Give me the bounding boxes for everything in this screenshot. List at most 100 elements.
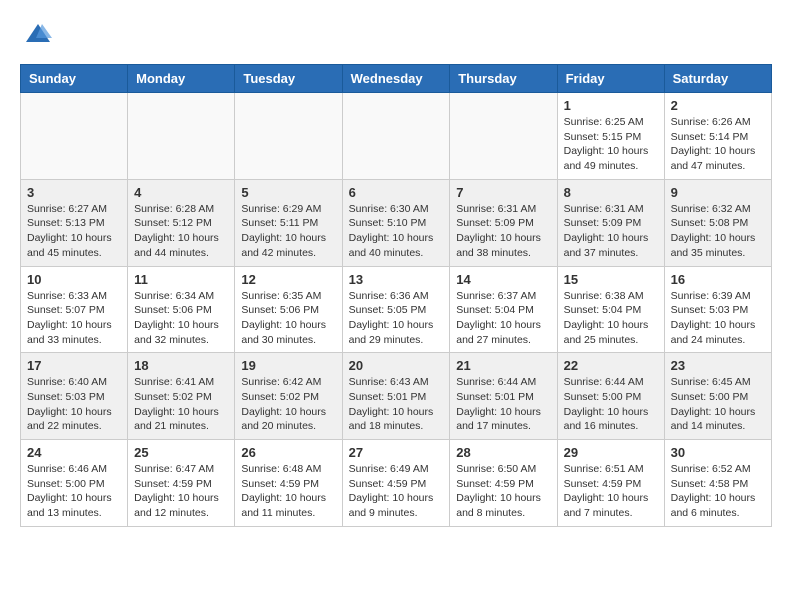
- day-info: Sunrise: 6:41 AM Sunset: 5:02 PM Dayligh…: [134, 375, 228, 434]
- calendar-day-cell: [342, 93, 450, 180]
- day-info: Sunrise: 6:35 AM Sunset: 5:06 PM Dayligh…: [241, 289, 335, 348]
- day-info: Sunrise: 6:26 AM Sunset: 5:14 PM Dayligh…: [671, 115, 765, 174]
- day-number: 16: [671, 272, 765, 287]
- calendar-day-cell: 20 Sunrise: 6:43 AM Sunset: 5:01 PM Dayli…: [342, 353, 450, 440]
- calendar-day-cell: 21 Sunrise: 6:44 AM Sunset: 5:01 PM Dayli…: [450, 353, 557, 440]
- day-number: 30: [671, 445, 765, 460]
- calendar-week-row: 1 Sunrise: 6:25 AM Sunset: 5:15 PM Daylig…: [21, 93, 772, 180]
- calendar-day-cell: 27 Sunrise: 6:49 AM Sunset: 4:59 PM Dayli…: [342, 440, 450, 527]
- logo: [20, 20, 52, 48]
- day-info: Sunrise: 6:27 AM Sunset: 5:13 PM Dayligh…: [27, 202, 121, 261]
- day-info: Sunrise: 6:50 AM Sunset: 4:59 PM Dayligh…: [456, 462, 550, 521]
- calendar-day-cell: 4Sunrise: 6:28 AM Sunset: 5:12 PM Daylig…: [128, 179, 235, 266]
- calendar-day-cell: [450, 93, 557, 180]
- day-number: 23: [671, 358, 765, 373]
- calendar-day-cell: 2 Sunrise: 6:26 AM Sunset: 5:14 PM Daylig…: [664, 93, 771, 180]
- day-number: 4: [134, 185, 228, 200]
- calendar-week-row: 3Sunrise: 6:27 AM Sunset: 5:13 PM Daylig…: [21, 179, 772, 266]
- day-number: 27: [349, 445, 444, 460]
- day-number: 1: [564, 98, 658, 113]
- day-info: Sunrise: 6:38 AM Sunset: 5:04 PM Dayligh…: [564, 289, 658, 348]
- day-info: Sunrise: 6:34 AM Sunset: 5:06 PM Dayligh…: [134, 289, 228, 348]
- calendar-day-cell: 1 Sunrise: 6:25 AM Sunset: 5:15 PM Daylig…: [557, 93, 664, 180]
- day-number: 6: [349, 185, 444, 200]
- weekday-header-tuesday: Tuesday: [235, 65, 342, 93]
- calendar-header-row: SundayMondayTuesdayWednesdayThursdayFrid…: [21, 65, 772, 93]
- day-info: Sunrise: 6:46 AM Sunset: 5:00 PM Dayligh…: [27, 462, 121, 521]
- day-number: 29: [564, 445, 658, 460]
- calendar-day-cell: 5Sunrise: 6:29 AM Sunset: 5:11 PM Daylig…: [235, 179, 342, 266]
- calendar-day-cell: 16 Sunrise: 6:39 AM Sunset: 5:03 PM Dayli…: [664, 266, 771, 353]
- day-info: Sunrise: 6:25 AM Sunset: 5:15 PM Dayligh…: [564, 115, 658, 174]
- weekday-header-thursday: Thursday: [450, 65, 557, 93]
- calendar-day-cell: 8 Sunrise: 6:31 AM Sunset: 5:09 PM Daylig…: [557, 179, 664, 266]
- page-header: [20, 20, 772, 48]
- day-number: 24: [27, 445, 121, 460]
- calendar-day-cell: 26 Sunrise: 6:48 AM Sunset: 4:59 PM Dayli…: [235, 440, 342, 527]
- day-number: 14: [456, 272, 550, 287]
- day-number: 25: [134, 445, 228, 460]
- calendar-day-cell: 10 Sunrise: 6:33 AM Sunset: 5:07 PM Dayli…: [21, 266, 128, 353]
- calendar-day-cell: 6Sunrise: 6:30 AM Sunset: 5:10 PM Daylig…: [342, 179, 450, 266]
- calendar-day-cell: 22 Sunrise: 6:44 AM Sunset: 5:00 PM Dayli…: [557, 353, 664, 440]
- calendar-week-row: 24 Sunrise: 6:46 AM Sunset: 5:00 PM Dayli…: [21, 440, 772, 527]
- calendar-day-cell: 28 Sunrise: 6:50 AM Sunset: 4:59 PM Dayli…: [450, 440, 557, 527]
- calendar-day-cell: 14 Sunrise: 6:37 AM Sunset: 5:04 PM Dayli…: [450, 266, 557, 353]
- day-number: 11: [134, 272, 228, 287]
- calendar-week-row: 10 Sunrise: 6:33 AM Sunset: 5:07 PM Dayli…: [21, 266, 772, 353]
- day-number: 7: [456, 185, 550, 200]
- weekday-header-sunday: Sunday: [21, 65, 128, 93]
- day-number: 15: [564, 272, 658, 287]
- weekday-header-wednesday: Wednesday: [342, 65, 450, 93]
- day-number: 13: [349, 272, 444, 287]
- calendar-day-cell: 24 Sunrise: 6:46 AM Sunset: 5:00 PM Dayli…: [21, 440, 128, 527]
- day-info: Sunrise: 6:45 AM Sunset: 5:00 PM Dayligh…: [671, 375, 765, 434]
- calendar-day-cell: 11 Sunrise: 6:34 AM Sunset: 5:06 PM Dayli…: [128, 266, 235, 353]
- day-info: Sunrise: 6:32 AM Sunset: 5:08 PM Dayligh…: [671, 202, 765, 261]
- calendar-day-cell: 9 Sunrise: 6:32 AM Sunset: 5:08 PM Daylig…: [664, 179, 771, 266]
- calendar-day-cell: 23 Sunrise: 6:45 AM Sunset: 5:00 PM Dayli…: [664, 353, 771, 440]
- day-info: Sunrise: 6:48 AM Sunset: 4:59 PM Dayligh…: [241, 462, 335, 521]
- calendar-day-cell: 30 Sunrise: 6:52 AM Sunset: 4:58 PM Dayli…: [664, 440, 771, 527]
- day-number: 28: [456, 445, 550, 460]
- day-number: 26: [241, 445, 335, 460]
- day-info: Sunrise: 6:52 AM Sunset: 4:58 PM Dayligh…: [671, 462, 765, 521]
- day-number: 8: [564, 185, 658, 200]
- day-number: 5: [241, 185, 335, 200]
- day-info: Sunrise: 6:40 AM Sunset: 5:03 PM Dayligh…: [27, 375, 121, 434]
- day-info: Sunrise: 6:39 AM Sunset: 5:03 PM Dayligh…: [671, 289, 765, 348]
- day-info: Sunrise: 6:44 AM Sunset: 5:00 PM Dayligh…: [564, 375, 658, 434]
- day-number: 21: [456, 358, 550, 373]
- calendar-day-cell: 17 Sunrise: 6:40 AM Sunset: 5:03 PM Dayli…: [21, 353, 128, 440]
- calendar-day-cell: 7 Sunrise: 6:31 AM Sunset: 5:09 PM Daylig…: [450, 179, 557, 266]
- day-info: Sunrise: 6:44 AM Sunset: 5:01 PM Dayligh…: [456, 375, 550, 434]
- logo-icon: [24, 20, 52, 48]
- weekday-header-friday: Friday: [557, 65, 664, 93]
- day-info: Sunrise: 6:31 AM Sunset: 5:09 PM Dayligh…: [564, 202, 658, 261]
- calendar-day-cell: 15 Sunrise: 6:38 AM Sunset: 5:04 PM Dayli…: [557, 266, 664, 353]
- day-number: 12: [241, 272, 335, 287]
- day-info: Sunrise: 6:31 AM Sunset: 5:09 PM Dayligh…: [456, 202, 550, 261]
- calendar-day-cell: 19Sunrise: 6:42 AM Sunset: 5:02 PM Dayli…: [235, 353, 342, 440]
- day-info: Sunrise: 6:36 AM Sunset: 5:05 PM Dayligh…: [349, 289, 444, 348]
- calendar-day-cell: 25Sunrise: 6:47 AM Sunset: 4:59 PM Dayli…: [128, 440, 235, 527]
- calendar-week-row: 17 Sunrise: 6:40 AM Sunset: 5:03 PM Dayli…: [21, 353, 772, 440]
- day-number: 20: [349, 358, 444, 373]
- day-info: Sunrise: 6:33 AM Sunset: 5:07 PM Dayligh…: [27, 289, 121, 348]
- day-number: 22: [564, 358, 658, 373]
- day-number: 10: [27, 272, 121, 287]
- calendar-day-cell: 18Sunrise: 6:41 AM Sunset: 5:02 PM Dayli…: [128, 353, 235, 440]
- weekday-header-monday: Monday: [128, 65, 235, 93]
- day-number: 2: [671, 98, 765, 113]
- day-info: Sunrise: 6:49 AM Sunset: 4:59 PM Dayligh…: [349, 462, 444, 521]
- calendar-day-cell: 3Sunrise: 6:27 AM Sunset: 5:13 PM Daylig…: [21, 179, 128, 266]
- day-info: Sunrise: 6:37 AM Sunset: 5:04 PM Dayligh…: [456, 289, 550, 348]
- calendar-day-cell: 29 Sunrise: 6:51 AM Sunset: 4:59 PM Dayli…: [557, 440, 664, 527]
- day-number: 9: [671, 185, 765, 200]
- weekday-header-saturday: Saturday: [664, 65, 771, 93]
- day-number: 17: [27, 358, 121, 373]
- day-info: Sunrise: 6:51 AM Sunset: 4:59 PM Dayligh…: [564, 462, 658, 521]
- day-info: Sunrise: 6:43 AM Sunset: 5:01 PM Dayligh…: [349, 375, 444, 434]
- calendar-day-cell: [21, 93, 128, 180]
- calendar-day-cell: 12 Sunrise: 6:35 AM Sunset: 5:06 PM Dayli…: [235, 266, 342, 353]
